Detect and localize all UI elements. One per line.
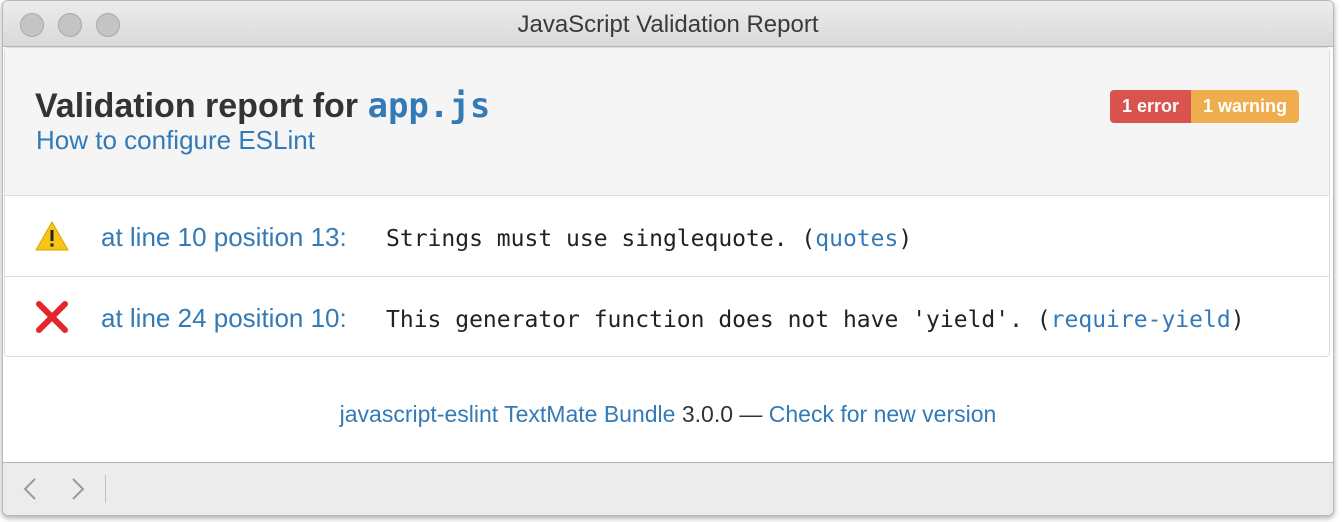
result-message: This generator function does not have 'y…	[386, 307, 1245, 333]
message-close: )	[898, 226, 913, 252]
check-version-link[interactable]: Check for new version	[769, 401, 997, 427]
error-count-badge: 1 error	[1109, 90, 1191, 123]
message-text: This generator function does not have 'y…	[386, 307, 1051, 333]
version-text: 3.0.0 —	[675, 401, 769, 427]
navigation-bar	[3, 462, 1333, 515]
configure-eslint-link[interactable]: How to configure ESLint	[36, 125, 315, 156]
title-prefix: Validation report for	[35, 87, 368, 125]
rule-link[interactable]: require-yield	[1051, 307, 1231, 333]
status-badges: 1 error 1 warning	[1109, 90, 1299, 123]
bundle-link[interactable]: javascript-eslint TextMate Bundle	[340, 401, 676, 427]
warning-count-badge: 1 warning	[1190, 90, 1299, 123]
filename-link[interactable]: app.js	[367, 86, 490, 126]
rule-link[interactable]: quotes	[815, 226, 898, 252]
result-location-link[interactable]: at line 10 position 13:	[101, 222, 347, 253]
chevron-left-icon[interactable]	[15, 473, 45, 505]
page-title: Validation report for app.js	[35, 86, 490, 126]
result-location-link[interactable]: at line 24 position 10:	[101, 303, 347, 334]
message-close: )	[1230, 307, 1245, 333]
result-message: Strings must use singlequote. (quotes)	[386, 226, 912, 252]
error-icon	[36, 301, 68, 333]
divider	[105, 475, 106, 503]
report-window: JavaScript Validation Report Validation …	[2, 0, 1334, 516]
warning-icon	[35, 220, 69, 251]
report-header: Validation report for app.js How to conf…	[5, 48, 1329, 196]
result-row: at line 24 position 10: This generator f…	[5, 277, 1329, 357]
window-title: JavaScript Validation Report	[517, 11, 819, 38]
message-text: Strings must use singlequote. (	[386, 226, 816, 252]
result-row: at line 10 position 13: Strings must use…	[5, 196, 1329, 277]
report-panel: Validation report for app.js How to conf…	[4, 47, 1330, 357]
title-bar: JavaScript Validation Report	[3, 1, 1333, 47]
chevron-right-icon[interactable]	[63, 473, 93, 505]
footer: javascript-eslint TextMate Bundle 3.0.0 …	[3, 401, 1333, 428]
